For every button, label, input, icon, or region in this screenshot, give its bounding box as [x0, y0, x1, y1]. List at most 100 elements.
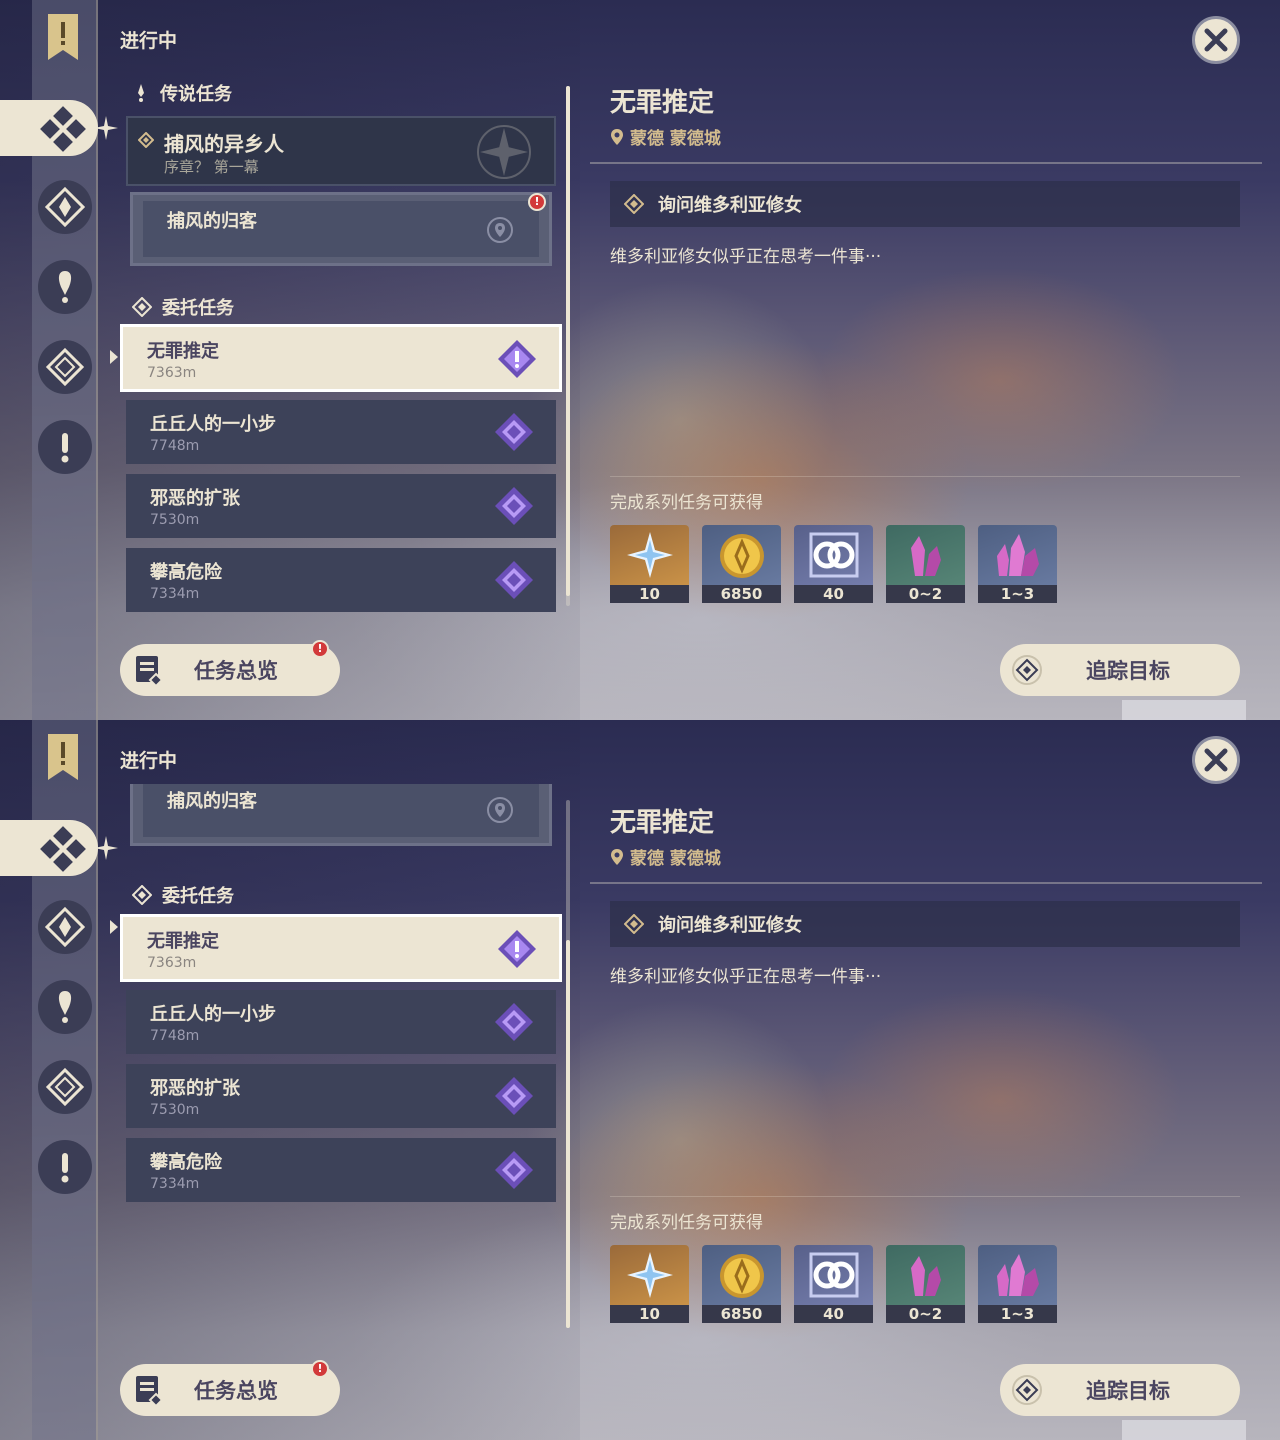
archon-quest-icon — [45, 907, 85, 947]
mora-icon — [719, 534, 764, 578]
all-quests-icon — [40, 826, 86, 872]
quest-item[interactable]: 邪恶的扩张 7530m — [126, 474, 556, 538]
commission-icon — [132, 297, 152, 317]
close-icon — [1204, 28, 1228, 52]
quest-item[interactable]: 丘丘人的一小步 7748m — [126, 400, 556, 464]
quest-item[interactable]: 邪恶的扩张 7530m — [126, 1064, 556, 1128]
crystal-ore-icon — [910, 536, 941, 576]
tab-world-quests[interactable] — [38, 420, 92, 474]
divider — [590, 882, 1262, 884]
alert-badge: ! — [311, 640, 329, 658]
quest-detail-title: 无罪推定 — [610, 808, 715, 838]
tab-commission-quests[interactable] — [38, 1060, 92, 1114]
tab-story-quests[interactable] — [38, 980, 92, 1034]
legend-quest-icon — [138, 84, 144, 102]
reward-item[interactable]: 10 — [610, 1245, 689, 1323]
quest-objective: 询问维多利亚修女 — [610, 901, 1240, 947]
tab-archon-quests[interactable] — [38, 900, 92, 954]
selected-indicator — [110, 920, 118, 934]
quest-diamond-icon — [138, 132, 154, 148]
tab-story-quests[interactable] — [38, 260, 92, 314]
story-quest-icon — [58, 271, 72, 303]
world-quest-icon — [61, 433, 69, 463]
objective-diamond-icon — [624, 194, 644, 214]
reward-item[interactable]: 1~3 — [978, 1245, 1057, 1323]
divider — [590, 162, 1262, 164]
reward-item[interactable]: 6850 — [702, 525, 781, 603]
wind-emblem-icon — [477, 125, 531, 179]
reward-item[interactable]: 40 — [794, 1245, 873, 1323]
quest-list-scrollbar[interactable] — [566, 86, 570, 606]
all-quests-icon — [40, 106, 86, 152]
sub-quest-name: 捕风的归客 — [167, 791, 257, 812]
tab-archon-quests[interactable] — [38, 180, 92, 234]
legend-quest-chapter: 序章？ 第一幕 — [164, 158, 259, 176]
reward-item[interactable]: 0~2 — [886, 1245, 965, 1323]
quest-screen-bottom: 进行中 捕风的归客 委托任务 无罪推定 7363m 丘丘人的一小步 7748m … — [0, 720, 1280, 1440]
rewards-list: 10 6850 40 0~2 1~3 — [610, 525, 1057, 603]
rewards-label: 完成系列任务可获得 — [610, 493, 763, 513]
quest-description: 维多利亚修女似乎正在思考一件事··· — [610, 967, 882, 987]
commission-marker-icon — [498, 930, 536, 968]
rewards-list: 10 6850 40 0~2 1~3 — [610, 1245, 1057, 1323]
location-pin-icon — [611, 848, 623, 865]
quest-description: 维多利亚修女似乎正在思考一件事··· — [610, 247, 882, 267]
commission-marker-icon — [495, 487, 533, 525]
crystal-ore-icon — [910, 1256, 941, 1296]
track-target-button[interactable]: 追踪目标 — [1000, 644, 1240, 696]
sub-quest-card[interactable]: 捕风的归客 — [130, 784, 552, 846]
primogem-icon — [626, 1252, 673, 1298]
quest-location: 蒙德 蒙德城 — [610, 124, 721, 149]
track-target-button[interactable]: 追踪目标 — [1000, 1364, 1240, 1416]
close-button[interactable] — [1192, 736, 1240, 784]
sparkle-icon — [94, 836, 118, 860]
track-icon — [1012, 655, 1042, 685]
commission-marker-icon — [495, 561, 533, 599]
track-icon — [1012, 1375, 1042, 1405]
commission-marker-icon — [495, 1003, 533, 1041]
commission-marker-icon — [495, 1077, 533, 1115]
close-icon — [1204, 748, 1228, 772]
quest-overview-button[interactable]: 任务总览 — [120, 1364, 340, 1416]
page-title: 进行中 — [120, 30, 178, 52]
quest-list-scrollbar[interactable] — [566, 800, 570, 1328]
divider — [610, 1196, 1240, 1197]
tab-world-quests[interactable] — [38, 1140, 92, 1194]
page-title: 进行中 — [120, 750, 178, 772]
quest-objective: 询问维多利亚修女 — [610, 181, 1240, 227]
archon-quest-icon — [45, 187, 85, 227]
objective-diamond-icon — [624, 914, 644, 934]
quest-list-viewport: 捕风的归客 委托任务 无罪推定 7363m 丘丘人的一小步 7748m 邪恶的扩… — [120, 784, 570, 1344]
quest-overview-button[interactable]: 任务总览 — [120, 644, 340, 696]
tab-all-quests[interactable] — [0, 820, 118, 876]
section-commission-quests: 委托任务 — [132, 294, 234, 320]
companionship-exp-icon — [809, 1252, 858, 1298]
section-legend-quests: 传说任务 — [132, 80, 232, 106]
tab-commission-quests[interactable] — [38, 340, 92, 394]
quest-item[interactable]: 攀高危险 7334m — [126, 548, 556, 612]
location-pin-icon[interactable] — [487, 217, 513, 243]
sub-quest-card[interactable]: 捕风的归客 — [130, 192, 552, 266]
legend-quest-card[interactable]: 捕风的异乡人 序章？ 第一幕 — [126, 116, 556, 186]
quest-log-icon — [136, 656, 164, 686]
location-pin-icon[interactable] — [487, 797, 513, 823]
commission-quest-icon — [45, 1067, 85, 1107]
reward-item[interactable]: 40 — [794, 525, 873, 603]
primogem-icon — [626, 532, 673, 578]
companionship-exp-icon — [809, 532, 858, 578]
alert-badge: ! — [528, 193, 546, 211]
selected-indicator — [110, 350, 118, 364]
reward-item[interactable]: 1~3 — [978, 525, 1057, 603]
close-button[interactable] — [1192, 16, 1240, 64]
reward-item[interactable]: 6850 — [702, 1245, 781, 1323]
quest-item[interactable]: 丘丘人的一小步 7748m — [126, 990, 556, 1054]
quest-item[interactable]: 无罪推定 7363m — [120, 324, 562, 392]
mora-icon — [719, 1254, 764, 1298]
reward-item[interactable]: 0~2 — [886, 525, 965, 603]
reward-item[interactable]: 10 — [610, 525, 689, 603]
commission-marker-icon — [498, 340, 536, 378]
sub-quest-name: 捕风的归客 — [167, 211, 257, 232]
tab-all-quests[interactable] — [0, 100, 118, 156]
quest-item[interactable]: 攀高危险 7334m — [126, 1138, 556, 1202]
quest-item[interactable]: 无罪推定 7363m — [120, 914, 562, 982]
